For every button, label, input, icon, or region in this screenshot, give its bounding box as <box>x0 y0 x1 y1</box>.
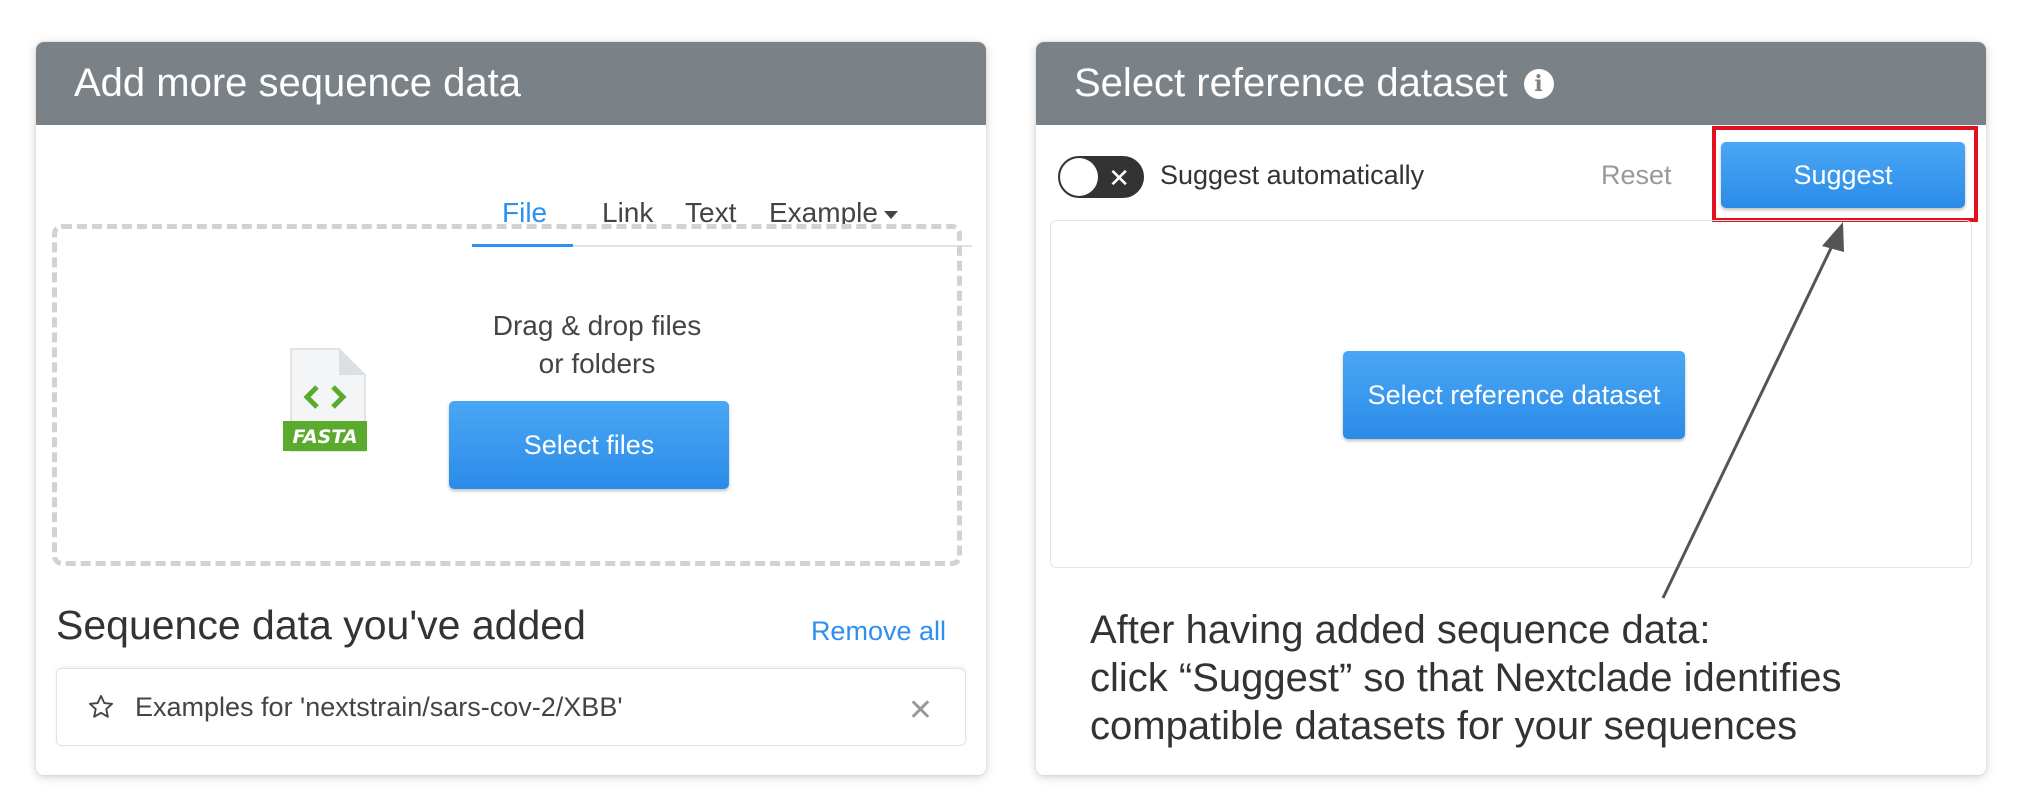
select-reference-dataset-button[interactable]: Select reference dataset <box>1343 351 1685 439</box>
dropzone-line2: or folders <box>538 348 656 379</box>
add-sequence-card: Add more sequence data File Link Text Ex… <box>36 42 986 775</box>
annotation-text: After having added sequence data: click … <box>1090 606 1970 750</box>
suggest-auto-toggle[interactable]: ✕ <box>1058 156 1144 198</box>
dataset-panel: Select reference dataset <box>1050 220 1972 568</box>
list-item-label: Examples for 'nextstrain/sars-cov-2/XBB' <box>135 691 623 722</box>
suggest-auto-label: Suggest automatically <box>1160 160 1425 190</box>
fasta-icon-label: FASTA <box>292 426 357 448</box>
info-icon[interactable]: i <box>1523 68 1554 99</box>
dropzone-instructions: Drag & drop files or folders <box>477 307 717 383</box>
toggle-knob <box>1060 158 1098 196</box>
card-header: Add more sequence data <box>36 42 986 125</box>
star-icon <box>88 694 114 718</box>
card-title: Select reference dataset <box>1074 61 1508 105</box>
dropzone-line1: Drag & drop files <box>492 310 702 341</box>
annotation-line3: compatible datasets for your sequences <box>1090 704 1798 748</box>
remove-all-link[interactable]: Remove all <box>811 616 946 647</box>
close-icon[interactable]: ✕ <box>908 693 933 728</box>
reset-button[interactable]: Reset <box>1601 160 1672 191</box>
card-title: Add more sequence data <box>74 61 521 105</box>
highlight-box <box>1712 126 1978 222</box>
list-item: Examples for 'nextstrain/sars-cov-2/XBB'… <box>56 668 966 746</box>
close-icon: ✕ <box>1108 163 1130 193</box>
annotation-line2: click “Suggest” so that Nextclade identi… <box>1090 656 1842 700</box>
card-header: Select reference dataset i <box>1036 42 1986 125</box>
select-files-button[interactable]: Select files <box>449 401 729 489</box>
added-sequences-title: Sequence data you've added <box>56 602 586 648</box>
caret-down-icon <box>883 210 898 219</box>
reference-dataset-card: Select reference dataset i ✕ Suggest aut… <box>1036 42 1986 775</box>
fasta-file-icon: FASTA <box>283 348 367 452</box>
file-dropzone[interactable]: FASTA Drag & drop files or folders Selec… <box>52 224 962 566</box>
annotation-line1: After having added sequence data: <box>1090 608 1711 652</box>
